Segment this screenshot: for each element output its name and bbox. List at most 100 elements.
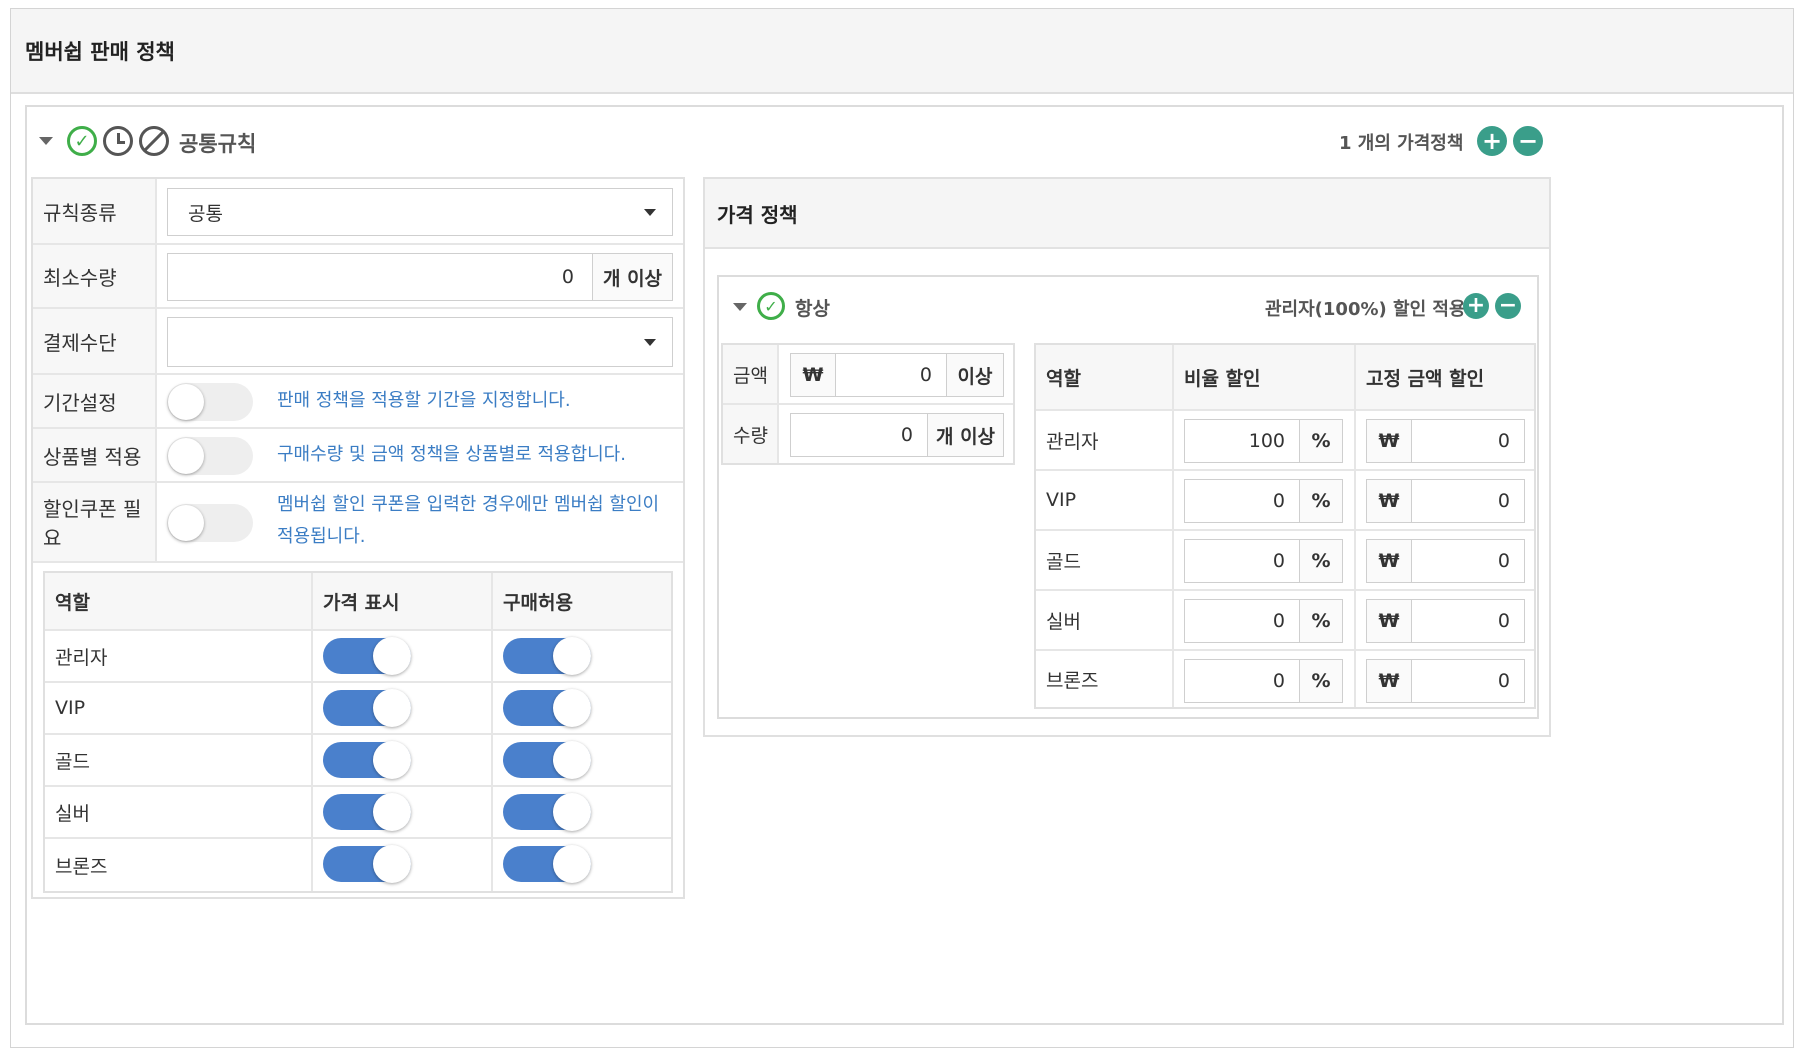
rate-value: 0 <box>1272 490 1285 512</box>
allow-purchase-toggle[interactable] <box>503 689 591 727</box>
chevron-down-icon <box>644 209 656 216</box>
role-name: 브론즈 <box>1036 651 1174 707</box>
remove-item-button[interactable]: − <box>1495 293 1521 319</box>
role-name: 관리자 <box>45 631 313 681</box>
currency-addon: ₩ <box>1366 479 1412 523</box>
period-toggle[interactable] <box>167 383 253 421</box>
role-name: 실버 <box>45 787 313 837</box>
fixed-input[interactable]: 0 <box>1411 539 1525 583</box>
role-name: VIP <box>45 683 313 733</box>
fixed-input[interactable]: 0 <box>1411 479 1525 523</box>
percent-addon: % <box>1299 419 1343 463</box>
rule-type-select[interactable]: 공통 <box>167 188 673 236</box>
rule-settings-panel: 규칙종류 공통 최소수량 0 개 이상 결제수단 기간설정 판매 정책을 적용할… <box>31 177 685 899</box>
percent-addon: % <box>1299 599 1343 643</box>
common-rule-box: ✓ 공통규칙 1 개의 가격정책 + − 규칙종류 공통 최소수량 0 개 이상… <box>25 105 1784 1025</box>
fixed-input[interactable]: 0 <box>1411 599 1525 643</box>
rate-input[interactable]: 0 <box>1184 659 1300 703</box>
price-policy-title: 가격 정책 <box>705 179 1549 249</box>
condition-table: 금액 ₩ 0 이상 수량 0 개 이상 <box>721 343 1015 465</box>
amount-row: 금액 ₩ 0 이상 <box>723 345 1013 405</box>
discount-table: 역할 비율 할인 고정 금액 할인 관리자 100 % ₩ 0 VIP 0 % … <box>1034 343 1536 709</box>
per-product-label: 상품별 적용 <box>33 429 157 481</box>
rule-type-label: 규칙종류 <box>33 179 157 243</box>
per-product-toggle[interactable] <box>167 437 253 475</box>
qty-row: 수량 0 개 이상 <box>723 405 1013 463</box>
show-price-toggle[interactable] <box>323 689 411 727</box>
qty-value: 0 <box>900 424 913 446</box>
qty-input[interactable]: 0 <box>790 413 928 457</box>
fixed-input[interactable]: 0 <box>1411 419 1525 463</box>
min-qty-input[interactable]: 0 <box>167 253 593 301</box>
role-name: VIP <box>1036 471 1174 529</box>
coupon-description: 멤버쉽 할인 쿠폰을 입력한 경우에만 멤버쉽 할인이 적용됩니다. <box>277 494 660 547</box>
allow-purchase-toggle[interactable] <box>503 845 591 883</box>
role-permission-table: 역할 가격 표시 구매허용 관리자 VIP 골드 실버 브론즈 <box>43 571 673 893</box>
caret-down-icon[interactable] <box>39 137 53 145</box>
allow-purchase-toggle[interactable] <box>503 741 591 779</box>
table-row: 골드 0 % ₩ 0 <box>1036 531 1534 591</box>
allow-purchase-toggle[interactable] <box>503 637 591 675</box>
fixed-value: 0 <box>1497 670 1510 692</box>
currency-addon: ₩ <box>1366 419 1412 463</box>
price-policy-item: ✓ 항상 관리자(100%) 할인 적용 + − 금액 ₩ 0 이상 수량 0 … <box>717 275 1539 719</box>
show-price-toggle[interactable] <box>323 793 411 831</box>
fixed-value: 0 <box>1497 550 1510 572</box>
qty-unit: 개 이상 <box>927 413 1004 457</box>
table-row: VIP <box>45 683 671 735</box>
percent-addon: % <box>1299 479 1343 523</box>
role-name: 골드 <box>45 735 313 785</box>
show-price-toggle[interactable] <box>323 845 411 883</box>
table-row: 브론즈 0 % ₩ 0 <box>1036 651 1534 707</box>
fixed-value: 0 <box>1497 430 1510 452</box>
remove-policy-button[interactable]: − <box>1513 126 1543 156</box>
header-role: 역할 <box>45 573 313 629</box>
show-price-toggle[interactable] <box>323 741 411 779</box>
role-name: 실버 <box>1036 591 1174 649</box>
min-qty-unit: 개 이상 <box>592 253 673 301</box>
period-label: 기간설정 <box>33 375 157 427</box>
payment-select[interactable] <box>167 317 673 367</box>
ban-icon[interactable] <box>139 126 169 156</box>
amount-currency: ₩ <box>790 353 836 397</box>
rate-input[interactable]: 0 <box>1184 479 1300 523</box>
role-name: 관리자 <box>1036 411 1174 469</box>
header-role: 역할 <box>1036 345 1174 409</box>
payment-row: 결제수단 <box>33 309 683 375</box>
role-name: 골드 <box>1036 531 1174 589</box>
payment-label: 결제수단 <box>33 309 157 373</box>
header-rate: 비율 할인 <box>1174 345 1356 409</box>
rate-input[interactable]: 100 <box>1184 419 1300 463</box>
check-circle-icon[interactable]: ✓ <box>757 292 785 320</box>
policy-item-title: 항상 <box>795 298 830 320</box>
qty-label: 수량 <box>723 405 779 463</box>
add-item-button[interactable]: + <box>1463 293 1489 319</box>
table-row: VIP 0 % ₩ 0 <box>1036 471 1534 531</box>
rate-value: 0 <box>1272 670 1285 692</box>
fixed-input[interactable]: 0 <box>1411 659 1525 703</box>
page-title: 멤버쉽 판매 정책 <box>25 39 175 64</box>
add-policy-button[interactable]: + <box>1477 126 1507 156</box>
rate-input[interactable]: 0 <box>1184 599 1300 643</box>
amount-input[interactable]: 0 <box>835 353 947 397</box>
show-price-toggle[interactable] <box>323 637 411 675</box>
amount-unit: 이상 <box>946 353 1004 397</box>
allow-purchase-toggle[interactable] <box>503 793 591 831</box>
policy-item-summary: 관리자(100%) 할인 적용 <box>1265 299 1466 320</box>
coupon-toggle[interactable] <box>167 504 253 542</box>
min-qty-value: 0 <box>561 266 574 288</box>
coupon-label: 할인쿠폰 필요 <box>33 483 157 561</box>
rule-type-row: 규칙종류 공통 <box>33 179 683 245</box>
chevron-down-icon <box>644 339 656 346</box>
header-fixed: 고정 금액 할인 <box>1366 367 1485 390</box>
fixed-value: 0 <box>1497 490 1510 512</box>
rate-input[interactable]: 0 <box>1184 539 1300 583</box>
caret-down-icon[interactable] <box>733 303 747 311</box>
rule-title: 공통규칙 <box>179 132 257 156</box>
clock-icon[interactable] <box>103 126 133 156</box>
check-circle-icon[interactable]: ✓ <box>67 126 97 156</box>
fixed-value: 0 <box>1497 610 1510 632</box>
amount-value: 0 <box>919 364 932 386</box>
table-row: 골드 <box>45 735 671 787</box>
policy-count: 1 개의 가격정책 <box>1339 133 1464 154</box>
